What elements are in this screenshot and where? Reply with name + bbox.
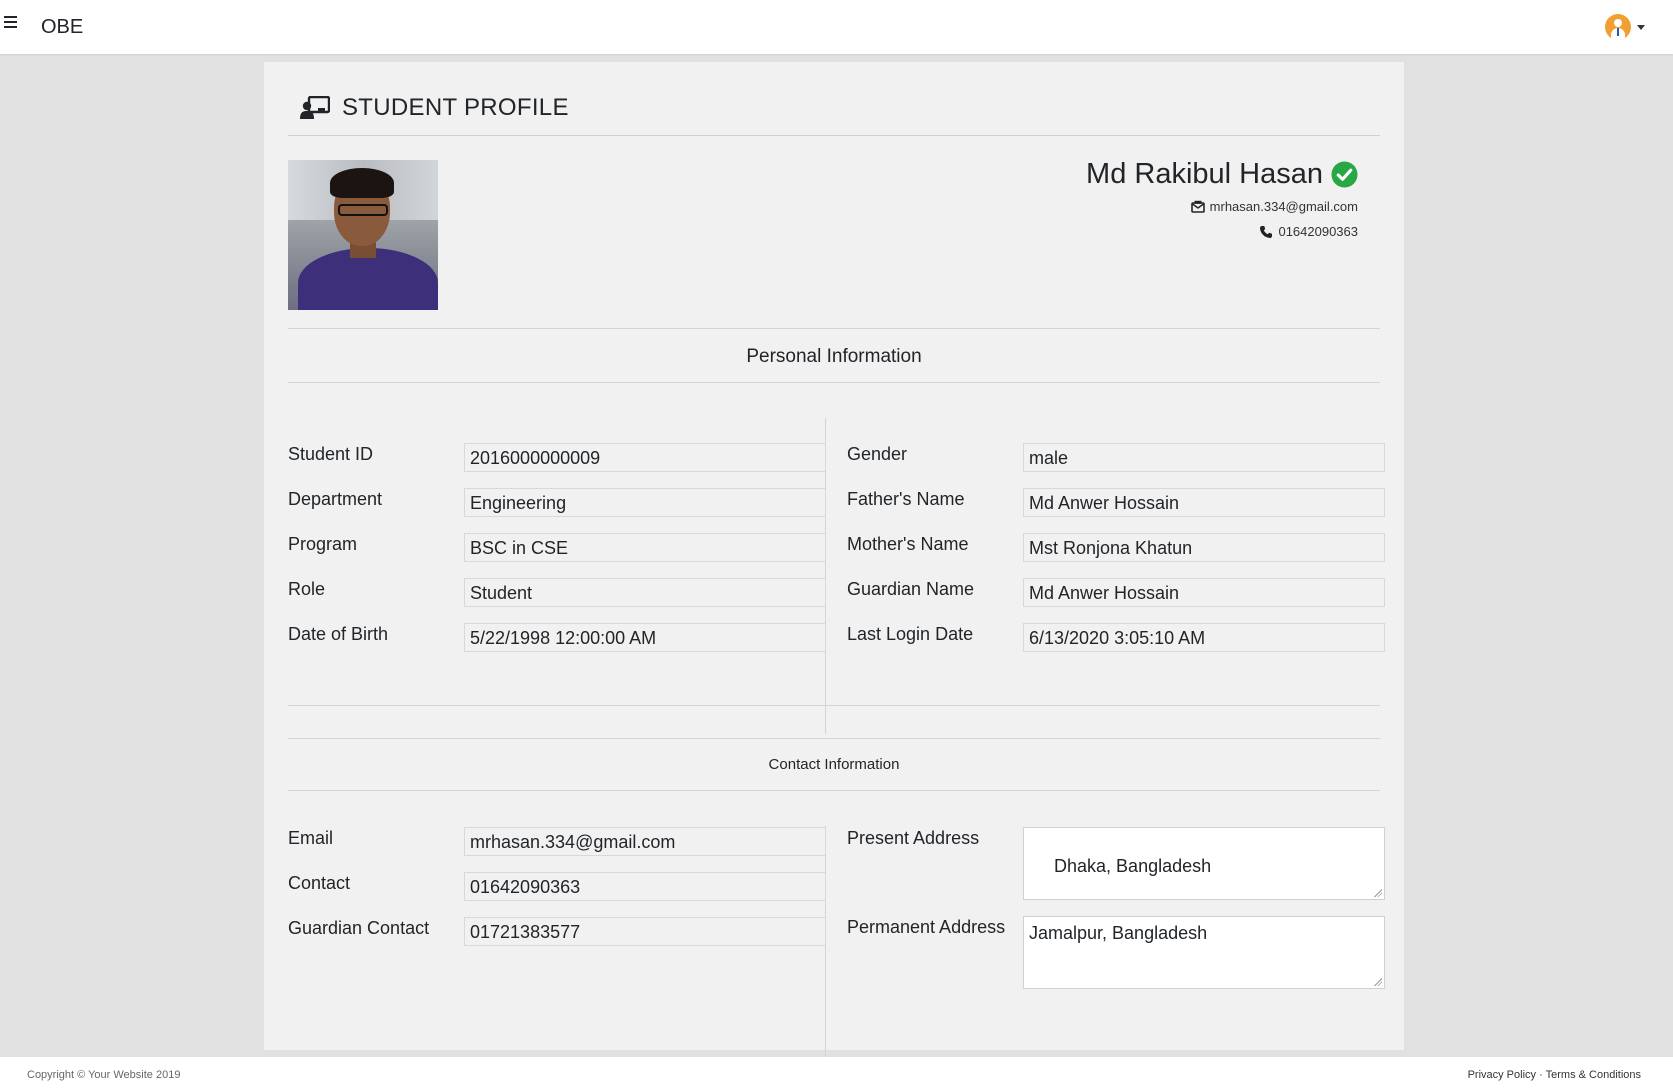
student-profile-icon [300,95,330,119]
contact-field[interactable]: 01642090363 [464,872,826,901]
divider [288,790,1380,791]
resize-handle-icon[interactable] [1374,978,1382,986]
role-field[interactable]: Student [464,578,826,607]
last-login-date-field[interactable]: 6/13/2020 3:05:10 AM [1023,623,1385,652]
personal-info-title: Personal Information [746,346,922,367]
fathers-name-field[interactable]: Md Anwer Hossain [1023,488,1385,517]
program-label: Program [288,534,358,554]
student-id-field[interactable]: 2016000000009 [464,443,826,472]
role-label: Role [288,579,326,599]
student-name: Md Rakibul Hasan [1086,158,1323,190]
email-label: Email [288,828,334,848]
profile-card: STUDENT PROFILE Md Rakibul Hasan mrhasan… [264,62,1404,1072]
page-title: STUDENT PROFILE [342,93,569,121]
contact-label: Contact [288,873,351,893]
last-login-date-label: Last Login Date [847,624,974,644]
top-navbar: OBE [0,0,1673,54]
verified-check-icon [1331,161,1358,188]
footer: Copyright © Your Website 2019 Privacy Po… [0,1057,1673,1091]
email-field[interactable]: mrhasan.334@gmail.com [464,827,826,856]
brand-name[interactable]: OBE [41,16,83,39]
program-field[interactable]: BSC in CSE [464,533,826,562]
footer-links: Privacy Policy · Terms & Conditions [1468,1069,1641,1081]
guardian-contact-field[interactable]: 01721383577 [464,917,826,946]
student-id-label: Student ID [288,444,374,464]
present-address-text: Dhaka, Bangladesh [1049,856,1212,876]
fathers-name-label: Father's Name [847,489,965,509]
permanent-address-label: Permanent Address [847,917,1006,937]
gender-label: Gender [847,444,908,464]
copyright-text: Copyright © Your Website 2019 [27,1069,181,1081]
permanent-address-text: Jamalpur, Bangladesh [1029,923,1208,943]
profile-email[interactable]: mrhasan.334@gmail.com [1210,199,1358,214]
department-field[interactable]: Engineering [464,488,826,517]
profile-summary: Md Rakibul Hasan mrhasan.334@gmail.com 0… [1086,158,1358,239]
present-address-label: Present Address [847,828,980,848]
mothers-name-field[interactable]: Mst Ronjona Khatun [1023,533,1385,562]
present-address-textarea[interactable]: Dhaka, Bangladesh [1023,827,1385,900]
permanent-address-textarea[interactable]: Jamalpur, Bangladesh [1023,916,1385,989]
user-avatar-icon[interactable] [1605,14,1631,40]
privacy-policy-link[interactable]: Privacy Policy [1468,1069,1536,1081]
guardian-name-label: Guardian Name [847,579,975,599]
user-menu-dropdown[interactable] [1605,13,1645,41]
envelope-icon [1190,200,1205,213]
profile-photo [288,160,438,310]
mothers-name-label: Mother's Name [847,534,969,554]
divider [288,382,1380,383]
contact-info-title: Contact Information [768,756,900,773]
guardian-contact-label: Guardian Contact [288,918,430,938]
card-header: STUDENT PROFILE [288,80,1380,136]
menu-toggle-icon[interactable] [4,16,17,29]
terms-link[interactable]: Terms & Conditions [1546,1069,1641,1081]
phone-icon [1260,225,1273,238]
footer-separator: · [1539,1069,1543,1081]
column-divider [825,826,826,1072]
date-of-birth-field[interactable]: 5/22/1998 12:00:00 AM [464,623,826,652]
date-of-birth-label: Date of Birth [288,624,389,644]
profile-phone[interactable]: 01642090363 [1278,224,1358,239]
divider [288,738,1380,739]
divider [288,328,1380,329]
gender-field[interactable]: male [1023,443,1385,472]
resize-handle-icon[interactable] [1374,889,1382,897]
divider [288,705,1380,706]
guardian-name-field[interactable]: Md Anwer Hossain [1023,578,1385,607]
caret-down-icon[interactable] [1637,24,1645,30]
department-label: Department [288,489,383,509]
